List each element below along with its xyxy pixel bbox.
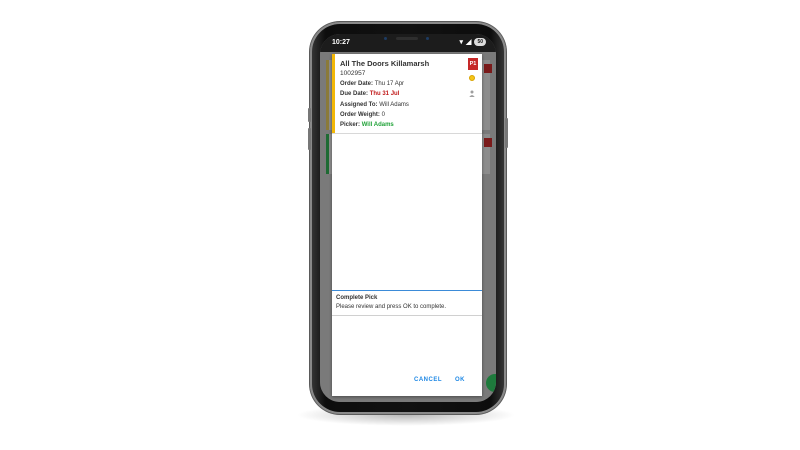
background-priority-badge [484,138,492,147]
due-date-value: Thu 31 Jul [369,91,400,97]
order-date-label: Order Date: [340,81,374,87]
status-time: 10:27 [332,39,350,46]
background-card-stripe [326,60,329,130]
order-number: 1002957 [340,70,366,77]
picker-label: Picker: [340,122,361,128]
signal-icon: ▾ [459,39,464,46]
volume-down-button [308,128,311,150]
order-weight-label: Order Weight: [340,112,380,118]
dialog-message: Please review and press OK to complete. [336,304,447,310]
background-priority-badge [484,64,492,73]
background-card-stripe [326,134,329,174]
picker-value: Will Adams [361,122,394,128]
priority-badge: P1 [468,58,478,70]
order-customer-name: All The Doors Killamarsh [340,59,430,68]
due-date-label: Due Date: [340,91,369,97]
user-icon [469,90,475,97]
sensor-icon [426,37,429,40]
speaker-grille [396,37,418,40]
order-summary-card: All The Doors Killamarsh 1002957 Order D… [332,54,482,134]
assigned-to-row: Assigned To: Will Adams [340,102,409,108]
order-date-value: Thu 17 Apr [374,81,405,87]
dialog-divider-bottom [332,315,482,316]
cancel-button[interactable]: CANCEL [414,377,442,383]
wifi-icon: ◢ [466,39,472,46]
assigned-to-value: Will Adams [379,102,409,108]
order-status-stripe [332,54,335,133]
phone-frame: 10:27 ▾ ◢ 50 All The Doors Killamarsh 10… [308,22,508,414]
complete-pick-dialog: All The Doors Killamarsh 1002957 Order D… [332,54,482,396]
picker-row: Picker: Will Adams [340,122,394,128]
dialog-title: Complete Pick [336,295,378,301]
volume-up-button [308,108,311,122]
add-fab-button [486,374,496,392]
power-button [505,118,508,148]
order-weight-value: 0 [381,112,385,118]
battery-icon: 50 [474,38,486,46]
coin-icon [469,75,475,81]
camera-icon [384,37,387,40]
due-date-row: Due Date: Thu 31 Jul [340,91,399,97]
dialog-divider [332,290,482,291]
phone-screen: 10:27 ▾ ◢ 50 All The Doors Killamarsh 10… [320,34,496,402]
dialog-content-area [332,134,482,290]
order-weight-row: Order Weight: 0 [340,112,385,118]
order-date-row: Order Date: Thu 17 Apr [340,81,404,87]
status-bar: 10:27 ▾ ◢ 50 [320,34,496,52]
ok-button[interactable]: OK [455,377,465,383]
status-indicators: ▾ ◢ 50 [460,38,486,46]
assigned-to-label: Assigned To: [340,102,378,108]
